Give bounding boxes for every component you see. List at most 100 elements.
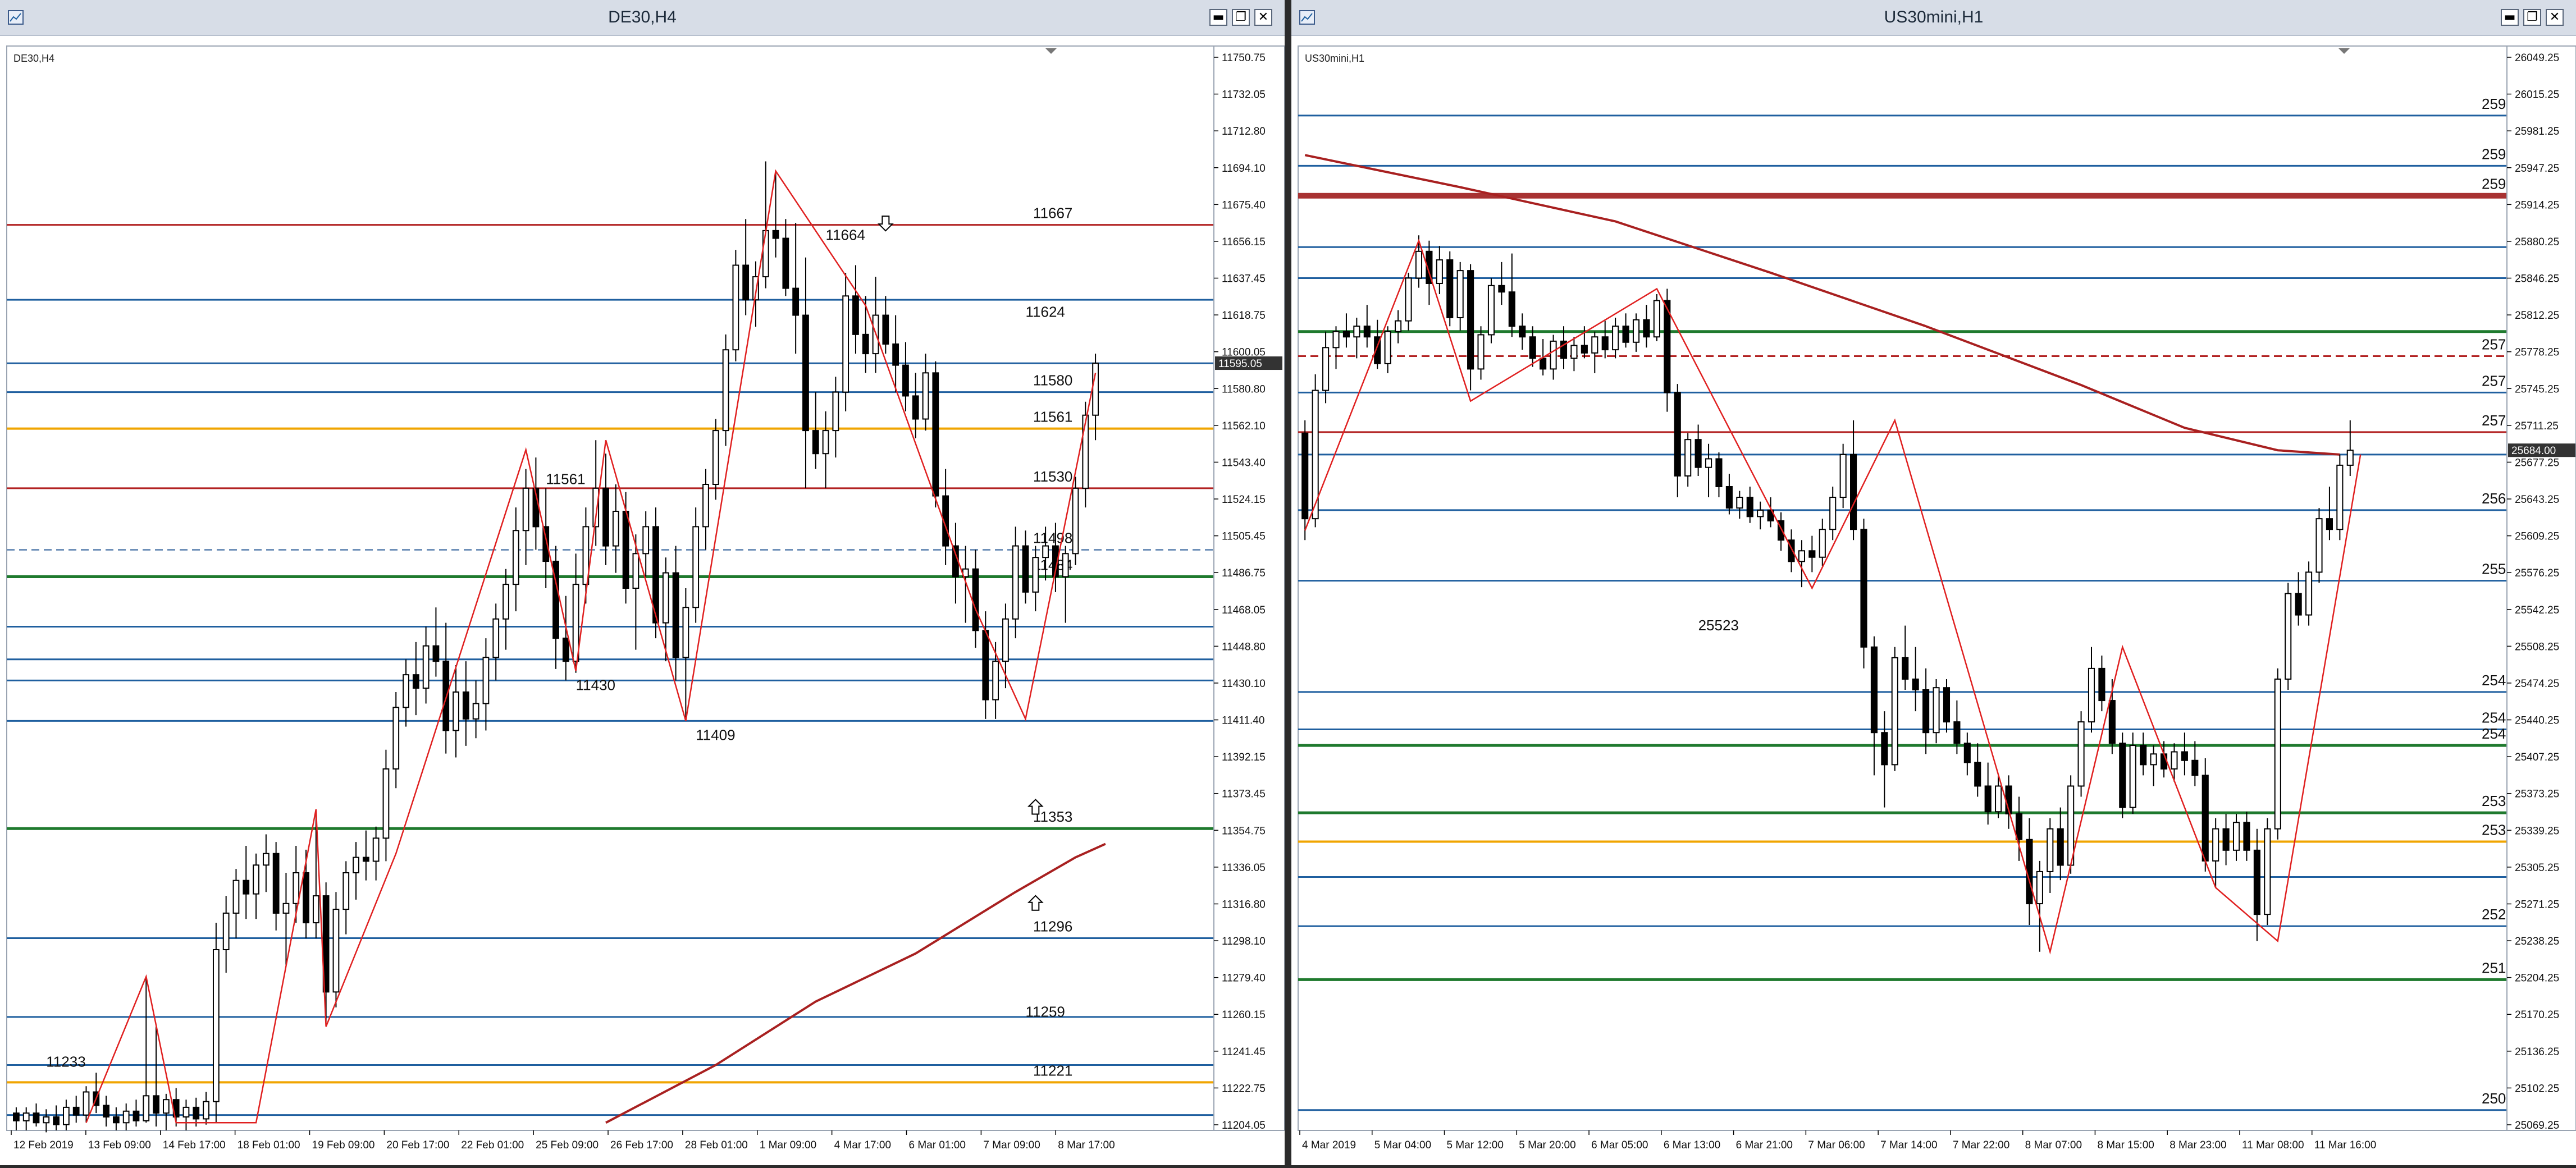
price-tick-label: 25880.25 <box>2515 236 2559 248</box>
candle-body <box>1508 291 1515 327</box>
candle-body <box>1746 497 1753 517</box>
candle-body <box>143 1095 150 1121</box>
candle-body <box>2222 828 2230 851</box>
candle-body <box>742 264 750 301</box>
level-label: 11498 <box>1033 529 1072 546</box>
price-tick-label: 25238.25 <box>2515 936 2559 947</box>
candle-body <box>1082 414 1089 489</box>
candle-body <box>642 526 650 555</box>
candle-body <box>332 909 340 993</box>
candle-body <box>392 707 400 769</box>
right-window-titlebar[interactable]: US30mini,H1 ▬ ❐ ✕ <box>1291 0 2576 36</box>
price-tick-label: 25947.25 <box>2515 163 2559 175</box>
time-tick-label: 13 Feb 09:00 <box>88 1139 151 1151</box>
left-chart-window[interactable]: DE30,H4 ▬ ❐ ✕ DE30,H4 11667 11580 11561 1153… <box>0 0 1285 1165</box>
candle-body <box>1757 509 1764 517</box>
price-annotation: 11259 <box>1026 1004 1065 1020</box>
candle-body <box>672 572 679 658</box>
candle-body <box>1322 347 1330 391</box>
time-tick-label: 6 Mar 01:00 <box>909 1139 966 1151</box>
candle-body <box>1902 657 1909 680</box>
candle-body <box>782 237 789 289</box>
time-tick-label: 26 Feb 17:00 <box>610 1139 673 1151</box>
price-tick-label: 25846.25 <box>2515 273 2559 285</box>
candle-body <box>222 912 230 951</box>
candle-body <box>522 487 529 532</box>
us30mini-price-chart[interactable]: US30mini,H125997259502592225772257382570… <box>1291 35 2576 1165</box>
candle-body <box>2108 700 2116 744</box>
restore-button[interactable]: ❐ <box>2523 9 2541 26</box>
candle-body <box>1870 646 1878 734</box>
candle-body <box>1933 687 1940 734</box>
time-tick-label: 7 Mar 09:00 <box>983 1139 1040 1151</box>
restore-button[interactable]: ❐ <box>1232 9 1250 26</box>
close-button[interactable]: ✕ <box>1254 9 1272 26</box>
price-tick-label: 11543.40 <box>1222 457 1266 469</box>
time-tick-label: 22 Feb 01:00 <box>461 1139 524 1151</box>
candle-body <box>2212 828 2219 862</box>
candle-body <box>762 230 769 278</box>
price-tick-label: 25407.25 <box>2515 752 2559 763</box>
candle-body <box>2264 828 2271 915</box>
price-tick-label: 11637.45 <box>1222 273 1266 285</box>
time-tick-label: 4 Mar 17:00 <box>834 1139 891 1151</box>
candle-body <box>243 880 250 895</box>
candle-body <box>62 1106 70 1125</box>
candle-body <box>453 691 459 731</box>
candle-body <box>612 510 619 547</box>
candle-body <box>2088 667 2095 723</box>
candle-body <box>422 645 430 689</box>
level-label: 11561 <box>1033 409 1072 425</box>
candle-body <box>2202 775 2209 862</box>
time-tick-label: 12 Feb 2019 <box>13 1139 74 1151</box>
candle-body <box>1943 687 1951 723</box>
price-tick-label: 25643.25 <box>2515 494 2559 506</box>
time-tick-label: 28 Feb 01:00 <box>685 1139 748 1151</box>
price-tick-label: 11316.80 <box>1222 899 1266 910</box>
candle-body <box>1601 336 1609 351</box>
close-button[interactable]: ✕ <box>2546 9 2564 26</box>
candle-body <box>602 487 609 547</box>
minimize-button[interactable]: ▬ <box>2501 9 2519 26</box>
candle-body <box>293 872 300 904</box>
candle-body <box>2285 593 2292 680</box>
candle-body <box>412 674 419 689</box>
candle-body <box>892 343 899 366</box>
candle-body <box>732 264 739 351</box>
minimize-button[interactable]: ▬ <box>1209 9 1227 26</box>
time-tick-label: 8 Mar 07:00 <box>2025 1139 2082 1151</box>
candle-body <box>2315 518 2323 573</box>
candle-body <box>1705 458 1712 468</box>
candle-body <box>692 526 700 608</box>
candle-body <box>842 295 849 393</box>
candle-body <box>1301 432 1309 520</box>
price-annotation: 11561 <box>546 471 585 488</box>
candle-body <box>1808 550 1816 558</box>
price-tick-label: 11486.75 <box>1222 567 1266 579</box>
candle-body <box>1881 732 1888 766</box>
time-tick-label: 6 Mar 05:00 <box>1591 1139 1648 1151</box>
candle-body <box>403 674 409 708</box>
candle-body <box>2098 667 2105 702</box>
price-tick-label: 11524.15 <box>1222 494 1266 506</box>
candle-body <box>1622 326 1629 343</box>
level-label: 11296 <box>1033 918 1072 935</box>
candle-body <box>772 230 779 239</box>
right-chart-window[interactable]: US30mini,H1 ▬ ❐ ✕ US30mini,H1 25997 25950 2… <box>1291 0 2576 1165</box>
price-tick-label: 25440.25 <box>2515 715 2559 727</box>
price-annotation: 25523 <box>1698 617 1739 634</box>
time-tick-label: 25 Feb 09:00 <box>536 1139 599 1151</box>
time-tick-label: 6 Mar 13:00 <box>1664 1139 1720 1151</box>
left-window-titlebar[interactable]: DE30,H4 ▬ ❐ ✕ <box>0 0 1285 36</box>
right-window-title: US30mini,H1 <box>1884 8 1984 26</box>
price-tick-label: 11448.80 <box>1222 641 1266 653</box>
symbol-label: DE30,H4 <box>13 53 54 64</box>
candle-body <box>932 372 939 497</box>
de30-price-chart[interactable]: DE30,H4116671158011561115301149811484113… <box>0 35 1285 1165</box>
time-tick-label: 11 Mar 08:00 <box>2242 1139 2304 1151</box>
candle-body <box>1695 439 1702 468</box>
candle-body <box>992 661 999 700</box>
plot-area <box>1298 45 2508 1131</box>
candle-body <box>232 880 240 914</box>
time-tick-label: 5 Mar 12:00 <box>1447 1139 1504 1151</box>
